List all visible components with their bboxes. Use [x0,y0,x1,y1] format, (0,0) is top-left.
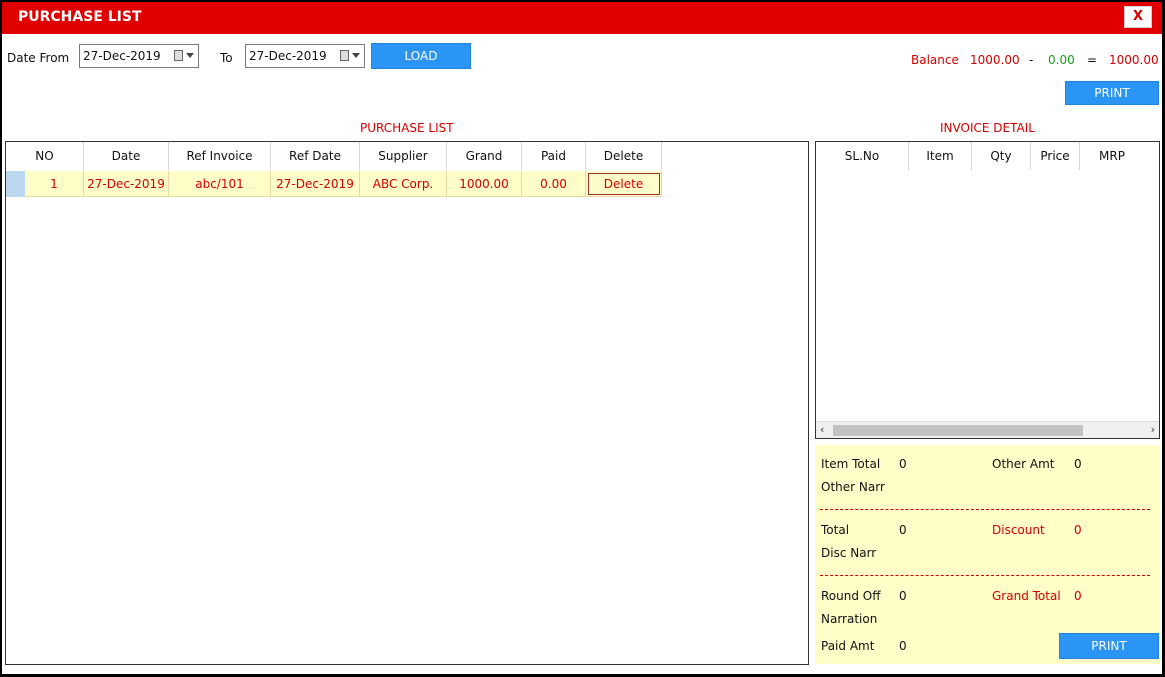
balance-paid-value: 0.00 [1048,53,1075,67]
cell-supplier: ABC Corp. [360,171,447,197]
scroll-left-icon[interactable]: ‹ [820,423,824,436]
total-label: Total [821,523,850,537]
calendar-dropdown-icon[interactable] [172,48,194,64]
divider [820,509,1150,510]
invoice-detail-title: INVOICE DETAIL [940,121,1035,135]
round-off-label: Round Off [821,589,881,603]
paid-amt-label: Paid Amt [821,639,875,653]
purchase-list-window: PURCHASE LIST X Date From 27-Dec-2019 To… [2,2,1162,674]
other-narr-label: Other Narr [821,480,885,494]
balance-label: Balance [911,53,959,67]
cell-no: 1 [25,171,84,197]
paid-amt-value: 0 [899,639,907,653]
date-to-value: 27-Dec-2019 [249,49,327,63]
cell-ref-invoice: abc/101 [169,171,271,197]
delete-row-button[interactable]: Delete [587,173,660,195]
date-to-picker[interactable]: 27-Dec-2019 [245,44,365,68]
discount-label: Discount [992,523,1045,537]
balance-minus: - [1029,53,1034,67]
other-amt-label: Other Amt [992,457,1055,471]
cell-date: 27-Dec-2019 [84,171,169,197]
column-header-supplier[interactable]: Supplier [360,142,447,170]
column-header-ref-date[interactable]: Ref Date [271,142,360,170]
date-to-label: To [220,51,233,65]
close-button[interactable]: X [1124,6,1152,28]
scroll-right-icon[interactable]: › [1151,423,1155,436]
calendar-dropdown-icon[interactable] [338,48,360,64]
title-bar: PURCHASE LIST X [2,2,1162,34]
column-header-grand[interactable]: Grand [447,142,522,170]
grand-total-label: Grand Total [992,589,1061,603]
date-from-label: Date From [7,51,70,65]
item-total-value: 0 [899,457,907,471]
divider [820,575,1150,576]
column-header-sl-no[interactable]: SL.No [816,142,909,170]
discount-value: 0 [1074,523,1082,537]
horizontal-scrollbar[interactable]: ‹ › [816,421,1159,438]
balance-value: 1000.00 [970,53,1020,67]
cell-ref-date: 27-Dec-2019 [271,171,360,197]
round-off-value: 0 [899,589,907,603]
invoice-detail-grid[interactable]: SL.No Item Qty Price MRP ‹ › [815,141,1160,439]
column-header-date[interactable]: Date [84,142,169,170]
balance-equals: = [1087,53,1098,67]
column-header-paid[interactable]: Paid [522,142,586,170]
invoice-summary-panel: Item Total 0 Other Amt 0 Other Narr Tota… [815,445,1160,664]
cell-grand: 1000.00 [447,171,522,197]
date-from-picker[interactable]: 27-Dec-2019 [79,44,199,68]
cell-delete: Delete [586,171,662,197]
print-top-button[interactable]: PRINT [1065,81,1159,105]
purchase-list-header: NO Date Ref Invoice Ref Date Supplier Gr… [6,142,662,170]
column-header-price[interactable]: Price [1031,142,1080,170]
narration-label: Narration [821,612,878,626]
disc-narr-label: Disc Narr [821,546,877,560]
balance-result: 1000.00 [1109,53,1159,67]
grand-total-value: 0 [1074,589,1082,603]
column-header-qty[interactable]: Qty [972,142,1031,170]
window-title: PURCHASE LIST [18,9,142,25]
date-from-value: 27-Dec-2019 [83,49,161,63]
column-header-item[interactable]: Item [909,142,972,170]
row-selector[interactable] [6,171,25,197]
total-value: 0 [899,523,907,537]
item-total-label: Item Total [821,457,881,471]
other-amt-value: 0 [1074,457,1082,471]
print-summary-button[interactable]: PRINT [1059,633,1159,659]
column-header-mrp[interactable]: MRP [1080,142,1144,170]
column-header-no[interactable]: NO [6,142,84,170]
table-row[interactable]: 1 27-Dec-2019 abc/101 27-Dec-2019 ABC Co… [6,171,662,197]
purchase-list-title: PURCHASE LIST [360,121,454,135]
cell-paid: 0.00 [522,171,586,197]
purchase-list-grid[interactable]: NO Date Ref Invoice Ref Date Supplier Gr… [5,141,809,665]
column-header-delete[interactable]: Delete [586,142,662,170]
invoice-detail-header: SL.No Item Qty Price MRP [816,142,1144,170]
scroll-thumb[interactable] [833,425,1083,436]
column-header-ref-invoice[interactable]: Ref Invoice [169,142,271,170]
load-button[interactable]: LOAD [371,43,471,69]
